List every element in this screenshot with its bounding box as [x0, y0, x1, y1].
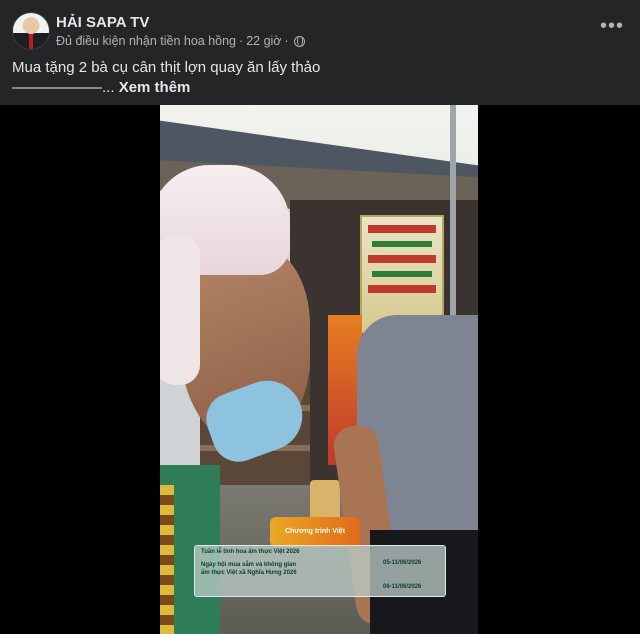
feed-post: HẢI SAPA TV Đủ điều kiện nhận tiền hoa h…: [0, 0, 640, 634]
video-player[interactable]: Chương trình Việt Tuần lễ tinh hoa ẩm th…: [0, 105, 640, 634]
overlay-line3: ẩm thực Việt xã Nghĩa Hưng 2026: [201, 570, 297, 576]
globe-icon: [293, 36, 305, 47]
post-time[interactable]: 22 giờ: [246, 34, 281, 48]
overlay-date2: 06-11/06/2026: [383, 584, 422, 590]
more-options-icon[interactable]: •••: [600, 16, 624, 36]
video-frame[interactable]: Chương trình Việt Tuần lễ tinh hoa ẩm th…: [160, 105, 478, 634]
video-overlay-badge: Chương trình Việt: [270, 517, 360, 547]
author-name[interactable]: HẢI SAPA TV: [56, 14, 149, 31]
monetization-status: Đủ điều kiện nhận tiền hoa hồng: [56, 34, 237, 48]
overlay-line2: Ngày hội mua sắm và không gian: [201, 562, 297, 568]
overlay-line1: Tuần lễ tinh hoa ẩm thực Việt 2026: [201, 549, 300, 555]
author-avatar[interactable]: [12, 12, 50, 50]
video-scene-stool: [310, 480, 340, 520]
overlay-date1: 05-11/06/2026: [383, 560, 422, 566]
see-more-link[interactable]: Xem thêm: [119, 79, 191, 96]
video-overlay-banner: Tuần lễ tinh hoa ẩm thực Việt 2026 Ngày …: [194, 545, 446, 597]
post-header: HẢI SAPA TV Đủ điều kiện nhận tiền hoa h…: [12, 12, 628, 52]
post-text-line: Mua tặng 2 bà cụ cân thịt lợn quay ăn lấ…: [12, 59, 321, 76]
post-text-separator: ——————...: [12, 79, 115, 96]
post-meta: Đủ điều kiện nhận tiền hoa hồng · 22 giờ ·: [56, 34, 305, 48]
post-text: Mua tặng 2 bà cụ cân thịt lợn quay ăn lấ…: [12, 58, 612, 98]
